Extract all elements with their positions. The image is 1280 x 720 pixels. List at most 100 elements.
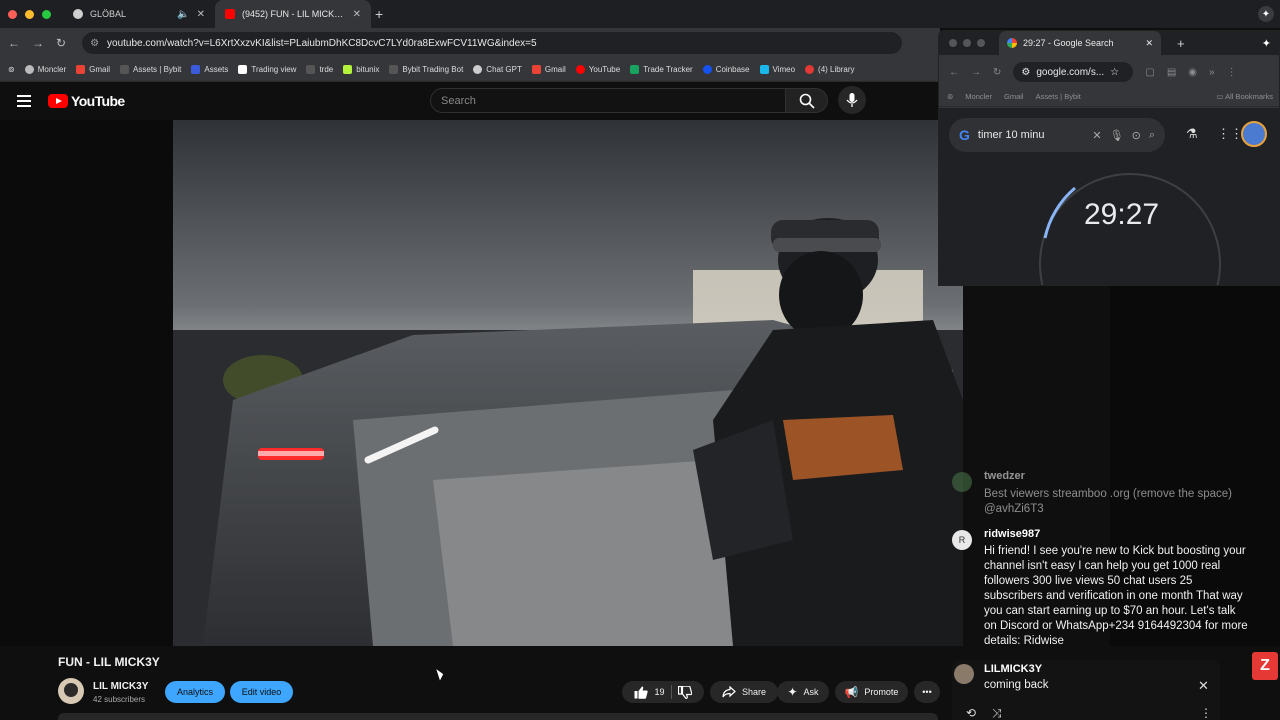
bookmark-item[interactable]: Moncler xyxy=(965,92,992,101)
reload-icon[interactable]: ↻ xyxy=(56,36,66,50)
all-bookmarks-folder[interactable]: ▭ All Bookmarks xyxy=(1216,92,1273,101)
extensions-icon[interactable]: ▢ xyxy=(1145,67,1154,78)
bookmark-item[interactable]: trde xyxy=(306,65,333,74)
search-input[interactable]: Search xyxy=(430,88,786,113)
apps-icon[interactable]: ⊚ xyxy=(947,92,953,101)
sparkle-icon[interactable]: ✦ xyxy=(1262,37,1271,50)
page-background-left xyxy=(0,120,173,646)
all-bookmarks-label: All Bookmarks xyxy=(1225,92,1273,101)
profile-avatar[interactable] xyxy=(1241,121,1267,147)
star-icon[interactable]: ☆ xyxy=(1110,67,1119,78)
bookmark-label: Bybit Trading Bot xyxy=(402,65,464,74)
app-badge-icon[interactable]: Z xyxy=(1252,652,1278,680)
new-tab-button[interactable]: + xyxy=(1177,36,1185,51)
speaker-icon[interactable]: 🔈 xyxy=(177,9,189,20)
new-tab-button[interactable]: + xyxy=(375,6,383,22)
ask-button[interactable]: ✦ Ask xyxy=(777,681,829,703)
close-window-button[interactable] xyxy=(949,39,957,47)
google-results: G timer 10 minu ✕ 🎙 ⊙ ⌕ ⚗ ⋮⋮ 29:27 xyxy=(939,108,1279,285)
edit-video-button[interactable]: Edit video xyxy=(230,681,293,703)
tab-youtube[interactable]: (9452) FUN - LIL MICK3Y - Y ✕ xyxy=(215,0,371,28)
clear-icon[interactable]: ✕ xyxy=(1092,129,1101,142)
profile-icon[interactable]: ◉ xyxy=(1188,67,1197,78)
analytics-button[interactable]: Analytics xyxy=(165,681,225,703)
reload-icon[interactable]: ↻ xyxy=(993,67,1001,78)
menu-icon[interactable] xyxy=(17,95,31,110)
channel-name[interactable]: LIL MICK3Y xyxy=(93,681,148,692)
bookmark-item[interactable]: Gmail xyxy=(1004,92,1024,101)
maximize-window-button[interactable] xyxy=(977,39,985,47)
tradingview-icon xyxy=(238,65,248,74)
thumbs-down-icon[interactable] xyxy=(677,685,692,699)
address-bar[interactable]: ⚙ google.com/s... ☆ xyxy=(1013,62,1134,82)
like-button[interactable]: 19 xyxy=(634,686,665,699)
google-tab-bar: 29:27 - Google Search ✕ + ✦ xyxy=(939,31,1279,55)
overflow-icon[interactable]: » xyxy=(1209,67,1215,78)
chat-composer-overlay: LILMICK3Y coming back ✕ ⟲ ⤨ ⋮ xyxy=(952,660,1220,720)
forward-icon[interactable]: → xyxy=(971,67,981,78)
bookmark-item[interactable]: Trade Tracker xyxy=(630,65,693,74)
bookmark-item[interactable]: Gmail xyxy=(76,65,110,74)
bookmark-item[interactable]: (4) Library xyxy=(805,65,855,74)
bookmark-item[interactable]: YouTube xyxy=(575,65,620,74)
bookmark-item[interactable]: Trading view xyxy=(238,65,296,74)
close-tab-icon[interactable]: ✕ xyxy=(197,9,205,20)
bookmark-item[interactable]: Chat GPT xyxy=(473,65,522,74)
bookmark-item[interactable]: Assets xyxy=(191,65,228,74)
google-search-input[interactable]: G timer 10 minu ✕ 🎙 ⊙ ⌕ xyxy=(949,118,1165,152)
close-tab-icon[interactable]: ✕ xyxy=(1145,38,1153,49)
close-window-button[interactable] xyxy=(8,9,17,19)
screen: { "browser": { "tabs": [ {"title": "GLÖB… xyxy=(0,0,1280,720)
bookmark-item[interactable]: Assets | Bybit xyxy=(120,65,181,74)
apps-icon[interactable]: ⊚ xyxy=(8,65,15,74)
tab-global[interactable]: GLÖBAL 🔈 ✕ xyxy=(63,0,215,28)
repeat-icon[interactable]: ⟲ xyxy=(966,706,976,720)
kebab-menu-icon[interactable]: ⋮ xyxy=(1227,67,1237,78)
close-icon[interactable]: ✕ xyxy=(1198,678,1209,694)
shuffle-icon[interactable]: ⤨ xyxy=(992,706,1002,720)
google-favicon-icon xyxy=(1007,38,1017,48)
forward-icon[interactable]: → xyxy=(32,36,44,50)
kebab-menu-icon[interactable]: ⋮ xyxy=(1200,706,1212,720)
more-actions-button[interactable]: ••• xyxy=(914,681,940,703)
address-bar[interactable]: ⚙ youtube.com/watch?v=L6XrtXxzvKI&list=P… xyxy=(82,32,903,54)
sparkle-icon[interactable]: ✦ xyxy=(1258,6,1274,22)
maximize-window-button[interactable] xyxy=(42,9,51,19)
extension-icon[interactable]: ▤ xyxy=(1167,67,1176,78)
channel-avatar[interactable] xyxy=(58,678,84,704)
video-player[interactable] xyxy=(173,120,963,646)
chat-username[interactable]: twedzer xyxy=(984,470,1025,482)
voice-search-button[interactable] xyxy=(838,86,866,114)
site-info-icon[interactable]: ⚙ xyxy=(1021,67,1030,78)
apps-grid-icon[interactable]: ⋮⋮ xyxy=(1217,126,1243,142)
url-text: google.com/s... xyxy=(1036,66,1105,78)
globe-icon xyxy=(73,9,83,19)
bookmark-item[interactable]: Moncler xyxy=(24,65,66,74)
chat-username[interactable]: LILMICK3Y xyxy=(984,663,1042,675)
labs-flask-icon[interactable]: ⚗ xyxy=(1186,126,1198,142)
bookmark-item[interactable]: Vimeo xyxy=(759,65,795,74)
bookmark-item[interactable]: Coinbase xyxy=(702,65,750,74)
bookmark-item[interactable]: bitunix xyxy=(343,65,379,74)
bookmark-item[interactable]: Gmail xyxy=(531,65,566,74)
minimize-window-button[interactable] xyxy=(25,9,34,19)
search-icon[interactable]: ⌕ xyxy=(1149,129,1155,142)
share-button[interactable]: Share xyxy=(710,681,778,703)
search-button[interactable] xyxy=(786,88,828,113)
youtube-logo[interactable]: YouTube xyxy=(48,93,125,109)
bookmark-item[interactable]: Assets | Bybit xyxy=(1036,92,1081,101)
promote-button[interactable]: 📢 Promote xyxy=(835,681,908,703)
microphone-icon[interactable]: 🎙 xyxy=(1110,129,1124,142)
lens-icon[interactable]: ⊙ xyxy=(1132,129,1141,142)
tab-google-search[interactable]: 29:27 - Google Search ✕ xyxy=(999,31,1161,55)
back-icon[interactable]: ← xyxy=(8,36,20,50)
description-box[interactable] xyxy=(58,713,938,720)
back-icon[interactable]: ← xyxy=(949,67,959,78)
bookmark-item[interactable]: Bybit Trading Bot xyxy=(389,65,463,74)
chat-username[interactable]: ridwise987 xyxy=(984,528,1040,540)
close-tab-icon[interactable]: ✕ xyxy=(353,9,361,20)
share-label: Share xyxy=(741,687,767,697)
minimize-window-button[interactable] xyxy=(963,39,971,47)
site-info-icon[interactable]: ⚙ xyxy=(90,38,99,49)
bookmark-label: Coinbase xyxy=(715,65,750,74)
